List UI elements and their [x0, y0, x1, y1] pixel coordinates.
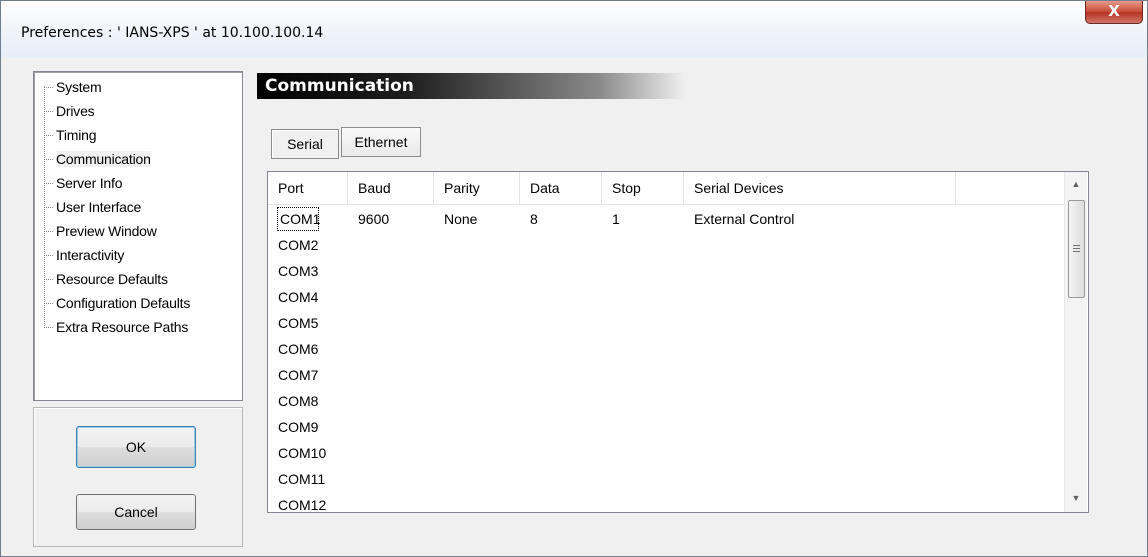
grip-line	[1073, 248, 1080, 249]
tree-item-label: Server Info	[56, 175, 123, 191]
tree-branch-line	[44, 279, 53, 280]
table-row[interactable]: COM9	[268, 414, 1064, 440]
tree-item-label: Drives	[56, 103, 95, 119]
close-icon: X	[1108, 2, 1120, 20]
table-row[interactable]: COM10	[268, 440, 1064, 466]
tree-item-interactivity[interactable]: Interactivity	[44, 244, 234, 268]
tree-item-configuration-defaults[interactable]: Configuration Defaults	[44, 292, 234, 316]
tree-branch-line	[44, 135, 53, 136]
grip-line	[1073, 251, 1080, 252]
cell-port: COM11	[278, 471, 326, 487]
tree-item-drives[interactable]: Drives	[44, 100, 234, 124]
tab-ethernet[interactable]: Ethernet	[341, 127, 421, 157]
tree-branch-line	[44, 87, 53, 88]
tree-branch-line	[44, 111, 53, 112]
tree-item-system[interactable]: System	[44, 76, 234, 100]
tree-item-timing[interactable]: Timing	[44, 124, 234, 148]
cell-data: 8	[530, 211, 538, 227]
tree-item-label: System	[56, 79, 102, 95]
tree-item-server-info[interactable]: Server Info	[44, 172, 234, 196]
cell-port: COM5	[278, 315, 319, 331]
cell-port: COM6	[278, 341, 319, 357]
tree-item-label: User Interface	[56, 199, 142, 215]
cell-port: COM7	[278, 367, 319, 383]
cell-port: COM4	[278, 289, 319, 305]
tree-item-label: Configuration Defaults	[56, 295, 191, 311]
tree-branch-line	[44, 327, 53, 328]
list-header: Port Baud Parity Data Stop Serial Device…	[268, 172, 1064, 205]
tree-branch-line	[44, 183, 53, 184]
tree-item-label: Interactivity	[56, 247, 125, 263]
tree-item-resource-defaults[interactable]: Resource Defaults	[44, 268, 234, 292]
cell-baud: 9600	[358, 211, 390, 227]
cell-port: COM10	[278, 445, 327, 461]
column-header-serial-devices[interactable]: Serial Devices	[684, 172, 956, 204]
tree-item-label: Preview Window	[56, 223, 157, 239]
cell-port: COM9	[278, 419, 319, 435]
button-panel: OK Cancel	[33, 407, 243, 547]
column-header-port[interactable]: Port	[268, 172, 348, 204]
tree-item-label: Communication	[56, 151, 151, 167]
scroll-down-arrow-icon[interactable]: ▼	[1065, 488, 1087, 508]
table-row[interactable]: COM2	[268, 232, 1064, 258]
tree-branch-line	[44, 231, 53, 232]
cell-port: COM8	[278, 393, 319, 409]
tab-serial[interactable]: Serial	[271, 129, 339, 159]
cell-port: COM3	[278, 263, 319, 279]
cell-port: COM1	[276, 206, 320, 232]
cell-port: COM12	[278, 497, 327, 513]
tree-branch-line	[44, 255, 53, 256]
column-header-baud[interactable]: Baud	[348, 172, 434, 204]
window-title: Preferences : ' IANS-XPS ' at 10.100.100…	[21, 25, 324, 41]
serial-ports-list[interactable]: Port Baud Parity Data Stop Serial Device…	[267, 171, 1089, 513]
tree-branch-line	[44, 303, 53, 304]
tree-item-preview-window[interactable]: Preview Window	[44, 220, 234, 244]
section-title: Communication	[257, 73, 685, 99]
table-row[interactable]: COM7	[268, 362, 1064, 388]
column-header-data[interactable]: Data	[520, 172, 602, 204]
table-row[interactable]: COM1 9600 None 8 1 External Control	[268, 206, 1064, 232]
cell-port: COM2	[278, 237, 319, 253]
tree-item-label: Resource Defaults	[56, 271, 168, 287]
table-row[interactable]: COM4	[268, 284, 1064, 310]
cancel-button[interactable]: Cancel	[76, 494, 196, 530]
table-row[interactable]: COM6	[268, 336, 1064, 362]
scroll-up-arrow-icon[interactable]: ▲	[1065, 174, 1087, 194]
tree-item-label: Extra Resource Paths	[56, 319, 189, 335]
column-header-parity[interactable]: Parity	[434, 172, 520, 204]
close-button[interactable]: X	[1085, 1, 1143, 24]
ok-button[interactable]: OK	[76, 426, 196, 468]
table-row[interactable]: COM11	[268, 466, 1064, 492]
table-row[interactable]: COM5	[268, 310, 1064, 336]
table-row[interactable]: COM12	[268, 492, 1064, 513]
tree-item-label: Timing	[56, 127, 97, 143]
tree-item-communication[interactable]: Communication	[44, 148, 234, 172]
vertical-scrollbar[interactable]: ▲ ▼	[1064, 172, 1087, 512]
tree-item-extra-resource-paths[interactable]: Extra Resource Paths	[44, 316, 234, 340]
tree-branch-line	[44, 159, 53, 160]
scrollbar-thumb[interactable]	[1068, 200, 1085, 298]
column-header-filler	[956, 172, 1064, 204]
preferences-tree[interactable]: System Drives Timing Communication Serve…	[33, 71, 243, 401]
dialog-client-area: System Drives Timing Communication Serve…	[9, 57, 1145, 551]
cell-serial-devices: External Control	[694, 211, 795, 227]
tree-item-user-interface[interactable]: User Interface	[44, 196, 234, 220]
table-row[interactable]: COM8	[268, 388, 1064, 414]
preferences-dialog: Preferences : ' IANS-XPS ' at 10.100.100…	[0, 0, 1148, 557]
column-header-stop[interactable]: Stop	[602, 172, 684, 204]
cell-parity: None	[444, 211, 478, 227]
grip-line	[1073, 245, 1080, 246]
cell-stop: 1	[612, 211, 620, 227]
tree-branch-line	[44, 207, 53, 208]
title-bar: Preferences : ' IANS-XPS ' at 10.100.100…	[1, 1, 1147, 57]
table-row[interactable]: COM3	[268, 258, 1064, 284]
